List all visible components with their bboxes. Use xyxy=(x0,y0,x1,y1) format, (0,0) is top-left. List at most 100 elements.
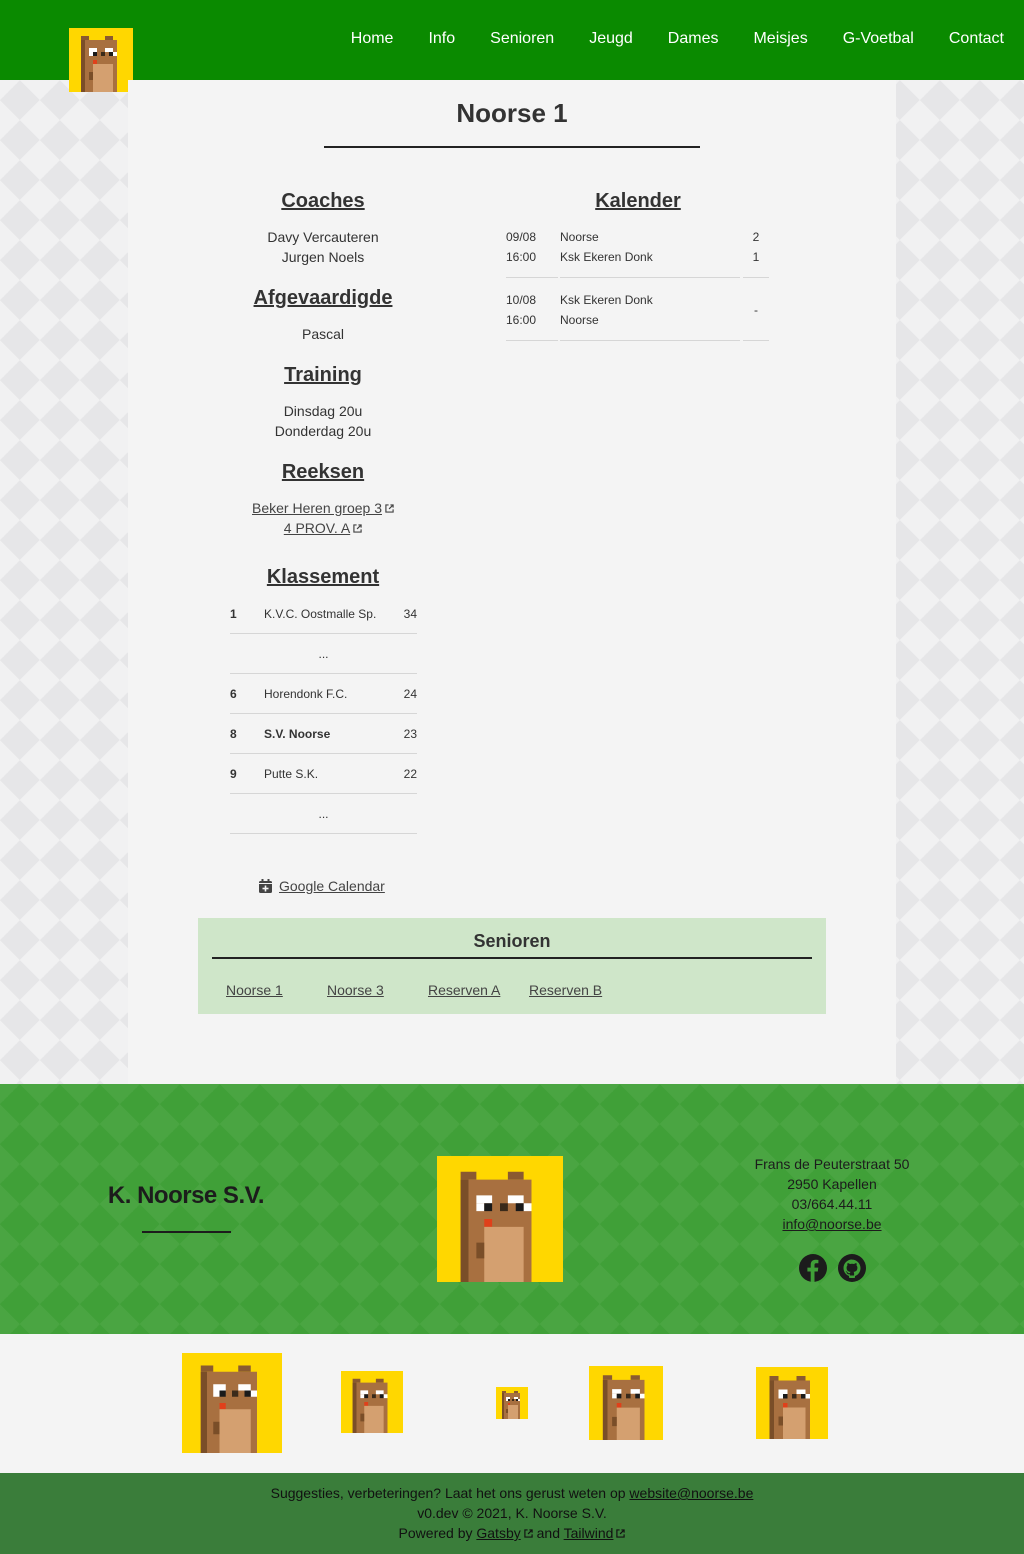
table-row-ellipsis: ... xyxy=(230,794,417,834)
sponsor-logo[interactable] xyxy=(341,1371,403,1438)
home-score: 2 xyxy=(752,230,760,244)
ellipsis: ... xyxy=(318,806,329,821)
footer-email-link[interactable]: info@noorse.be xyxy=(782,1216,881,1232)
match-datetime: 09/08 16:00 xyxy=(506,227,558,278)
sponsor-logo[interactable] xyxy=(496,1387,528,1424)
gatsby-link[interactable]: Gatsby xyxy=(476,1525,533,1541)
training-time: Dinsdag 20u xyxy=(283,403,363,419)
match-date: 10/08 xyxy=(506,293,537,307)
away-team: Noorse xyxy=(560,313,599,327)
table-row: 6 Horendonk F.C. 24 xyxy=(230,674,417,714)
main-panel: Noorse 1 Coaches Davy Vercauteren Jurgen… xyxy=(128,80,896,1084)
away-score: 1 xyxy=(752,250,760,264)
facebook-icon xyxy=(799,1254,827,1282)
team-name: K.V.C. Oostmalle Sp. xyxy=(264,606,377,621)
external-link-icon xyxy=(385,504,394,513)
nav-g-voetbal[interactable]: G-Voetbal xyxy=(843,30,914,48)
calendar-plus-icon xyxy=(259,879,272,893)
team-link-reserven-b[interactable]: Reserven B xyxy=(529,982,602,998)
points: 22 xyxy=(403,766,417,781)
table-row-ellipsis: ... xyxy=(230,634,417,674)
delegate-name: Pascal xyxy=(301,326,345,342)
version-line: v0.dev © 2021, K. Noorse S.V. xyxy=(417,1505,607,1521)
suggestion-line: Suggesties, verbeteringen? Laat het ons … xyxy=(270,1485,754,1501)
match-teams: Ksk Ekeren Donk Noorse xyxy=(560,290,740,341)
coach-name: Davy Vercauteren xyxy=(267,229,379,245)
table-row: 9 Putte S.K. 22 xyxy=(230,754,417,794)
nav-jeugd[interactable]: Jeugd xyxy=(589,30,633,48)
team-group-box: Senioren Noorse 1 Noorse 3 Reserven A Re… xyxy=(198,918,826,1014)
external-link-icon xyxy=(616,1529,626,1538)
external-link-icon xyxy=(353,524,362,533)
home-team: Ksk Ekeren Donk xyxy=(560,293,653,307)
team-name: Horendonk F.C. xyxy=(264,686,348,701)
sponsor-logo[interactable] xyxy=(756,1367,828,1444)
nav-senioren[interactable]: Senioren xyxy=(490,30,554,48)
team-name: S.V. Noorse xyxy=(264,726,331,741)
github-link[interactable] xyxy=(838,1254,866,1287)
series-link[interactable]: 4 PROV. A xyxy=(284,520,362,536)
ellipsis: ... xyxy=(318,646,329,661)
nav-home[interactable]: Home xyxy=(351,30,394,48)
page-title: Noorse 1 xyxy=(456,98,568,128)
series-links: Beker Heren groep 3 4 PROV. A xyxy=(223,498,423,538)
top-navbar: Home Info Senioren Jeugd Dames Meisjes G… xyxy=(0,0,1024,80)
coach-name: Jurgen Noels xyxy=(281,249,365,265)
standings-heading: Klassement xyxy=(266,566,380,588)
team-info: Coaches Davy Vercauteren Jurgen Noels Af… xyxy=(223,190,423,603)
external-link-icon xyxy=(524,1529,533,1538)
table-row: 1 K.V.C. Oostmalle Sp. 34 xyxy=(230,594,417,634)
delegate-heading: Afgevaardigde xyxy=(253,287,393,309)
social-links xyxy=(799,1254,866,1287)
footer-divider xyxy=(142,1231,231,1233)
team-link-noorse-3[interactable]: Noorse 3 xyxy=(327,982,384,998)
sponsor-logo[interactable] xyxy=(182,1353,282,1458)
team-link-reserven-a[interactable]: Reserven A xyxy=(428,982,500,998)
footer-logo xyxy=(437,1156,563,1282)
standings-table: 1 K.V.C. Oostmalle Sp. 34 ... 6 Horendon… xyxy=(230,594,417,834)
facebook-link[interactable] xyxy=(799,1254,827,1287)
points: 23 xyxy=(403,726,417,741)
rank: 1 xyxy=(230,606,237,621)
group-title: Senioren xyxy=(473,931,551,951)
club-logo[interactable] xyxy=(69,28,133,92)
match-row: 09/08 16:00 Noorse Ksk Ekeren Donk 2 1 xyxy=(506,227,770,278)
points: 34 xyxy=(403,606,417,621)
match-row: 10/08 16:00 Ksk Ekeren Donk Noorse - xyxy=(506,290,770,341)
footer-club-name: K. Noorse S.V. xyxy=(107,1182,265,1209)
coaches-heading: Coaches xyxy=(281,190,365,212)
bottom-bar: Suggesties, verbeteringen? Laat het ons … xyxy=(0,1473,1024,1554)
match-time: 16:00 xyxy=(506,250,537,264)
match-score: - xyxy=(743,290,769,341)
series-heading: Reeksen xyxy=(281,461,365,483)
address-street: Frans de Peuterstraat 50 xyxy=(754,1156,910,1172)
sponsor-logo[interactable] xyxy=(589,1366,663,1445)
calendar-heading: Kalender xyxy=(595,190,681,212)
training-time: Donderdag 20u xyxy=(274,423,372,439)
calendar-section: Kalender 09/08 16:00 Noorse Ksk Ekeren D… xyxy=(506,190,770,341)
nav-info[interactable]: Info xyxy=(428,30,455,48)
points: 24 xyxy=(403,686,417,701)
coaches-list: Davy Vercauteren Jurgen Noels xyxy=(223,227,423,267)
away-team: Ksk Ekeren Donk xyxy=(560,250,653,264)
team-link-noorse-1[interactable]: Noorse 1 xyxy=(226,982,283,998)
match-date: 09/08 xyxy=(506,230,537,244)
powered-by-line: Powered by Gatsby and Tailwind xyxy=(0,1523,1024,1543)
nav-contact[interactable]: Contact xyxy=(949,30,1004,48)
nav-meisjes[interactable]: Meisjes xyxy=(753,30,807,48)
main-nav: Home Info Senioren Jeugd Dames Meisjes G… xyxy=(316,30,1004,48)
sponsor-strip xyxy=(0,1334,1024,1473)
match-teams: Noorse Ksk Ekeren Donk xyxy=(560,227,740,278)
google-calendar-link[interactable]: Google Calendar xyxy=(259,878,385,894)
address-city: 2950 Kapellen xyxy=(787,1176,877,1192)
rank: 6 xyxy=(230,686,237,701)
website-email-link[interactable]: website@noorse.be xyxy=(629,1485,753,1501)
footer-address: Frans de Peuterstraat 50 2950 Kapellen 0… xyxy=(732,1154,932,1234)
tailwind-link[interactable]: Tailwind xyxy=(564,1525,626,1541)
title-divider xyxy=(324,146,700,148)
nav-dames[interactable]: Dames xyxy=(668,30,719,48)
team-name: Putte S.K. xyxy=(264,766,319,781)
site-footer: K. Noorse S.V. Frans de Peuterstraat 50 … xyxy=(0,1084,1024,1334)
training-times: Dinsdag 20u Donderdag 20u xyxy=(223,401,423,441)
series-link[interactable]: Beker Heren groep 3 xyxy=(252,500,394,516)
